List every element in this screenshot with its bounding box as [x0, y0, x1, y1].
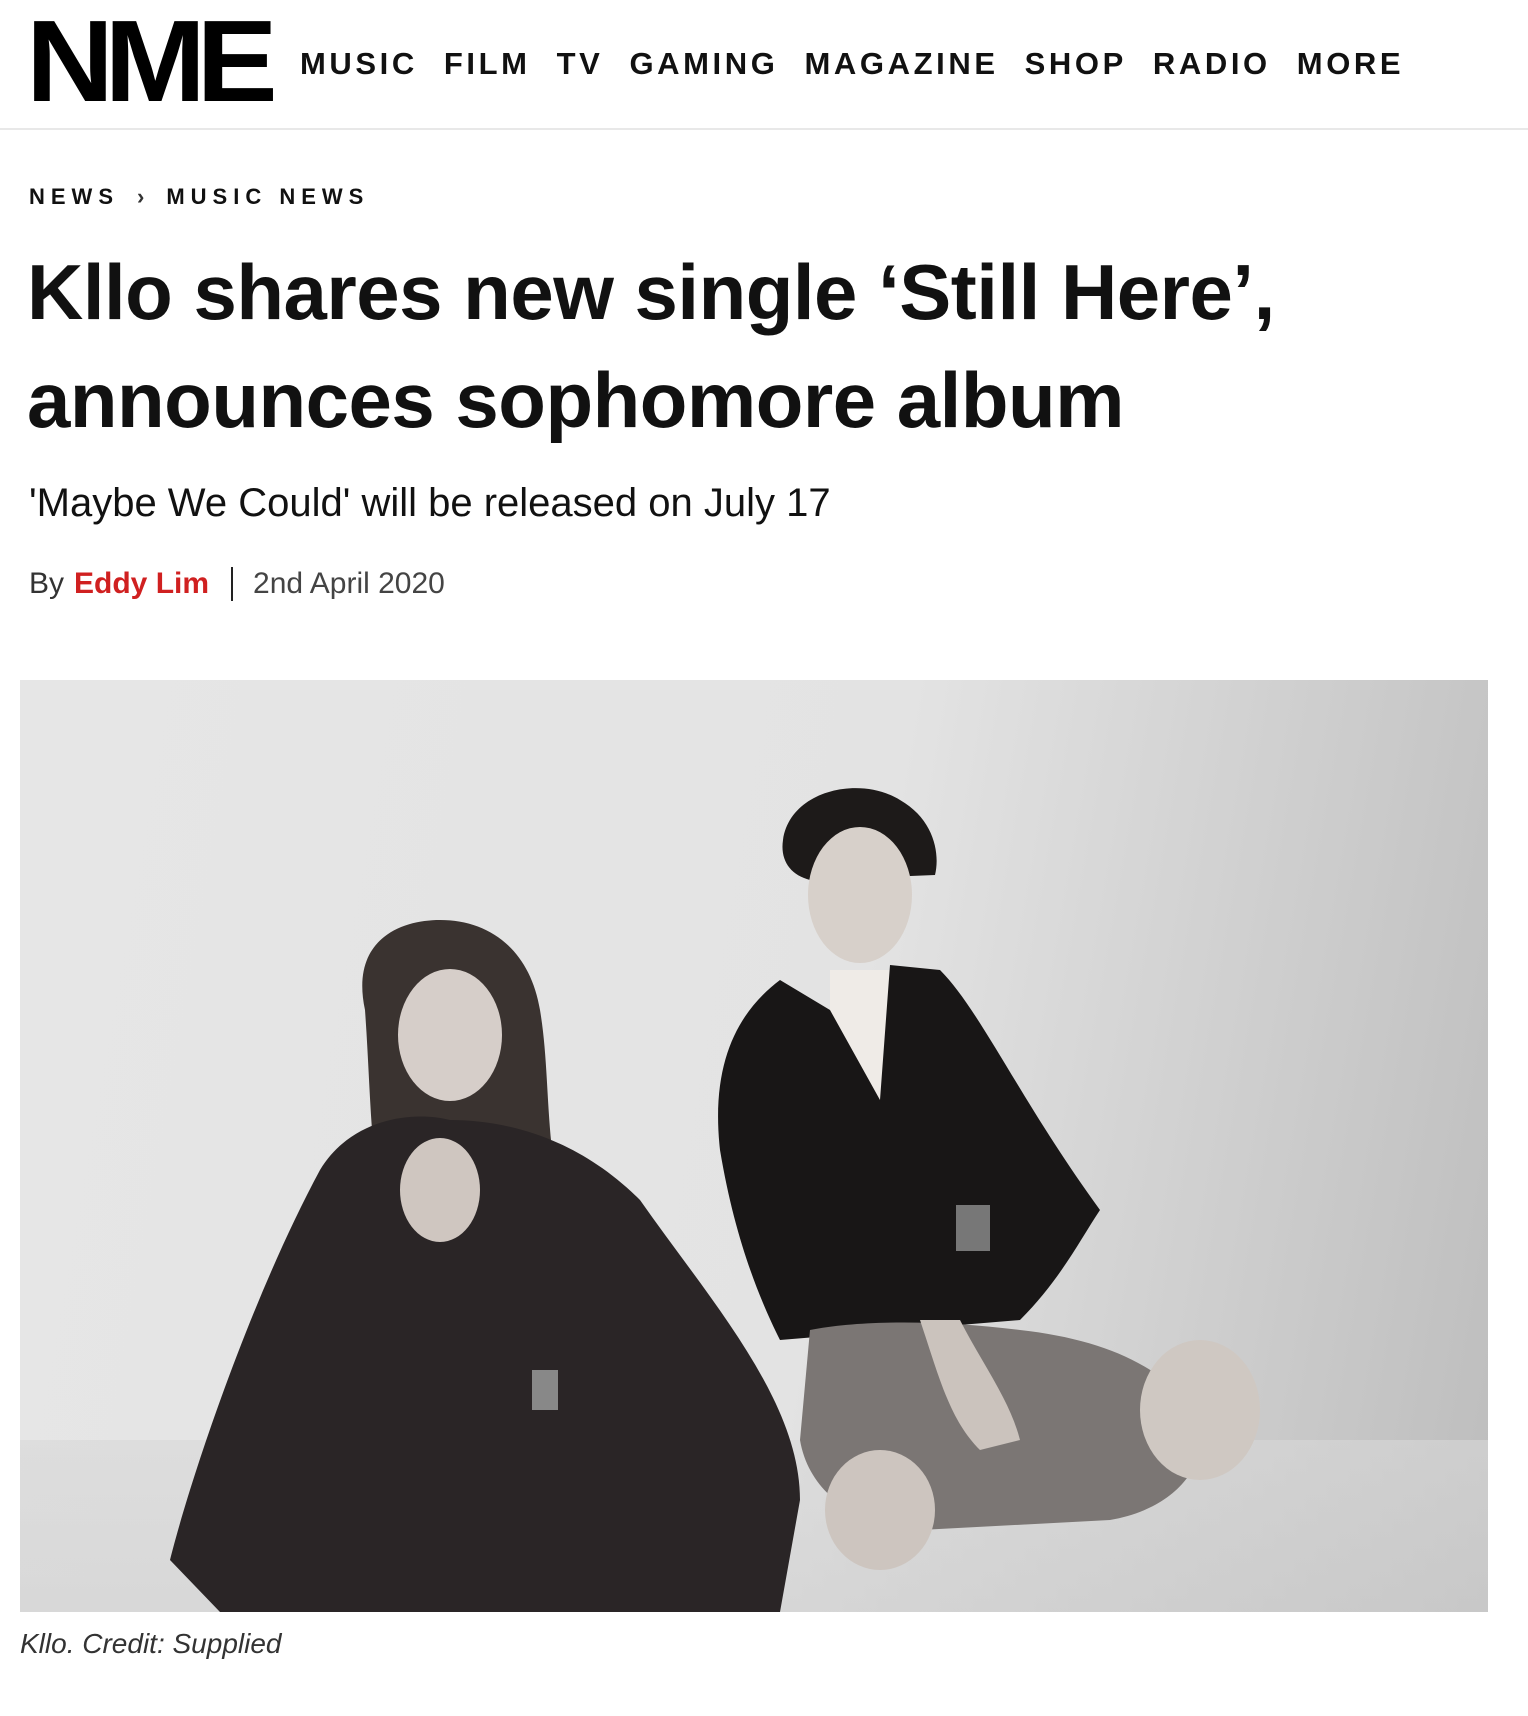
nav-item-gaming[interactable]: GAMING [629, 44, 778, 84]
breadcrumb: NEWS › MUSIC NEWS [29, 183, 369, 211]
byline: By Eddy Lim 2nd April 2020 [29, 564, 445, 604]
breadcrumb-music-news[interactable]: MUSIC NEWS [166, 183, 369, 211]
image-caption: Kllo. Credit: Supplied [20, 1628, 282, 1659]
author-link[interactable]: Eddy Lim [74, 564, 209, 604]
nav-item-magazine[interactable]: MAGAZINE [804, 44, 998, 84]
breadcrumb-separator: › [137, 184, 145, 209]
nme-logo[interactable]: NME [26, 3, 278, 119]
site-header: NME MUSIC FILM TV GAMING MAGAZINE SHOP R… [0, 0, 1528, 130]
byline-divider [231, 567, 234, 601]
article-subheading: 'Maybe We Could' will be released on Jul… [29, 481, 831, 525]
nav-item-film[interactable]: FILM [444, 44, 531, 84]
hero-image [20, 680, 1488, 1612]
headline-line-2: announces sophomore album [27, 356, 1124, 444]
breadcrumb-news[interactable]: NEWS [29, 183, 119, 211]
publish-date: 2nd April 2020 [253, 567, 445, 600]
band-photo-illustration [20, 788, 1488, 1612]
nav-item-radio[interactable]: RADIO [1153, 44, 1271, 84]
nav-item-shop[interactable]: SHOP [1025, 44, 1127, 84]
nav-item-music[interactable]: MUSIC [300, 44, 418, 84]
main-nav: MUSIC FILM TV GAMING MAGAZINE SHOP RADIO… [300, 44, 1430, 84]
nav-item-tv[interactable]: TV [557, 44, 604, 84]
article-headline: Kllo shares new single ‘Still Here’, ann… [27, 238, 1527, 454]
headline-line-1: Kllo shares new single ‘Still Here’, [27, 248, 1275, 336]
nav-item-more[interactable]: MORE [1297, 44, 1404, 84]
person-left [170, 920, 800, 1612]
byline-prefix: By [29, 567, 65, 600]
